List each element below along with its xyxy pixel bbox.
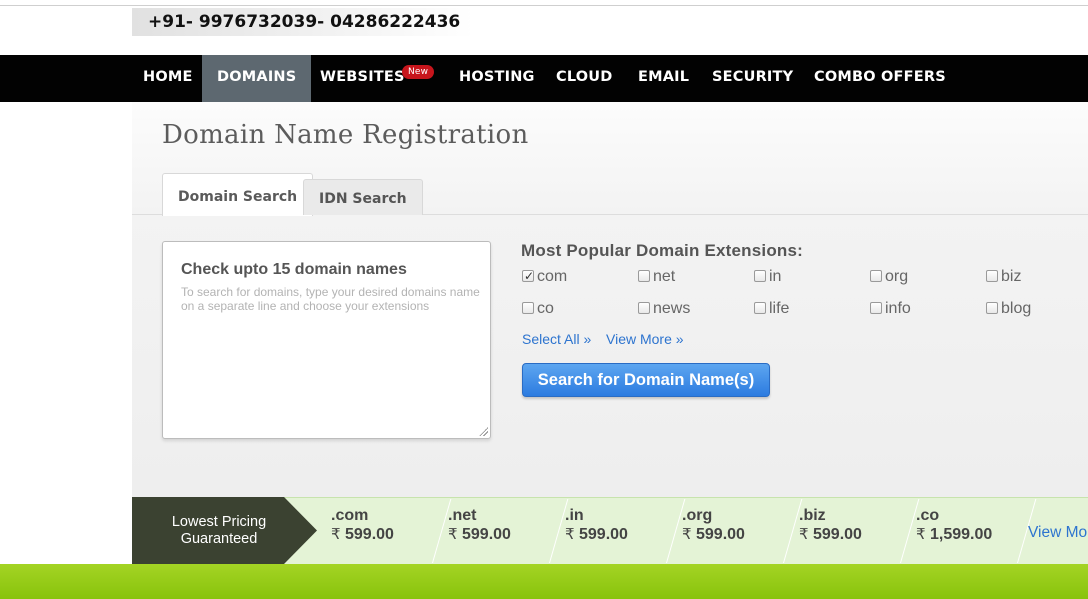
nav-security[interactable]: SECURITY <box>699 55 806 102</box>
select-all-link[interactable]: Select All » <box>522 331 591 347</box>
price-value: ₹ 599.00 <box>799 526 862 543</box>
ext-label: info <box>885 300 911 317</box>
price-item-net: .net ₹ 599.00 <box>448 507 548 544</box>
ext-org-checkbox[interactable]: org <box>870 268 908 286</box>
search-domains-button[interactable]: Search for Domain Name(s) <box>522 363 770 397</box>
nav-home[interactable]: HOME <box>130 55 206 102</box>
textarea-title: Check upto 15 domain names <box>181 261 407 278</box>
lowest-pricing-badge: Lowest Pricing Guaranteed <box>132 497 317 564</box>
footer-band <box>0 564 1088 599</box>
lowest-pricing-line1: Lowest Pricing <box>171 514 267 530</box>
textarea-placeholder: To search for domains, type your desired… <box>181 285 480 313</box>
view-more-extensions-link[interactable]: View More » <box>606 331 684 347</box>
ext-label: news <box>653 300 691 317</box>
price-item-co: .co ₹ 1,599.00 <box>916 507 1016 544</box>
price-ext: .com <box>331 507 369 524</box>
tab-domain-search[interactable]: Domain Search <box>162 173 314 216</box>
lowest-pricing-line2: Guaranteed <box>180 531 258 547</box>
ext-news-checkbox[interactable]: news <box>638 300 690 318</box>
ext-blog-checkbox[interactable]: blog <box>986 300 1031 318</box>
price-ext: .biz <box>799 507 826 524</box>
price-value: ₹ 599.00 <box>331 526 394 543</box>
ext-in-checkbox[interactable]: in <box>754 268 781 286</box>
nav-email[interactable]: EMAIL <box>625 55 702 102</box>
ext-com-checkbox[interactable]: com <box>522 267 568 286</box>
ext-label: org <box>885 268 909 285</box>
price-value: ₹ 599.00 <box>565 526 628 543</box>
ext-label: net <box>653 268 676 285</box>
checkbox-checked-icon[interactable] <box>522 267 534 285</box>
ext-label: blog <box>1001 300 1032 317</box>
lowest-pricing-text: Lowest Pricing Guaranteed <box>152 514 286 548</box>
main-navigation: HOME DOMAINS WEBSITES New HOSTING CLOUD … <box>0 55 1088 102</box>
nav-hosting[interactable]: HOSTING <box>446 55 548 102</box>
checkbox-icon[interactable] <box>870 302 882 314</box>
checkbox-icon[interactable] <box>754 270 766 282</box>
resize-grip-icon[interactable] <box>479 427 488 436</box>
ext-label: co <box>537 300 554 317</box>
checkbox-icon[interactable] <box>638 270 650 282</box>
checkbox-icon[interactable] <box>870 270 882 282</box>
tab-idn-search[interactable]: IDN Search <box>303 179 423 215</box>
view-more-pricing-link[interactable]: View More <box>1028 524 1088 542</box>
ext-biz-checkbox[interactable]: biz <box>986 268 1021 286</box>
price-ext: .in <box>565 507 584 524</box>
checkbox-icon[interactable] <box>754 302 766 314</box>
price-item-org: .org ₹ 599.00 <box>682 507 782 544</box>
price-item-com: .com ₹ 599.00 <box>331 507 431 544</box>
new-badge: New <box>402 65 435 79</box>
checkbox-icon[interactable] <box>522 302 534 314</box>
ext-co-checkbox[interactable]: co <box>522 300 554 318</box>
ext-label: life <box>769 300 790 317</box>
price-value: ₹ 599.00 <box>682 526 745 543</box>
nav-domains[interactable]: DOMAINS <box>202 55 312 102</box>
nav-cloud[interactable]: CLOUD <box>543 55 626 102</box>
checkbox-icon[interactable] <box>638 302 650 314</box>
ext-label: com <box>537 268 568 285</box>
ext-label: biz <box>1001 268 1022 285</box>
nav-combo-offers[interactable]: COMBO OFFERS <box>801 55 959 102</box>
nav-websites-label: WEBSITES <box>320 69 405 85</box>
price-value: ₹ 599.00 <box>448 526 511 543</box>
ext-label: in <box>769 268 782 285</box>
domain-names-textarea[interactable]: Check upto 15 domain names To search for… <box>162 241 491 439</box>
nav-websites[interactable]: WEBSITES New <box>309 55 439 102</box>
ext-info-checkbox[interactable]: info <box>870 300 911 318</box>
ext-life-checkbox[interactable]: life <box>754 300 789 318</box>
price-ext: .org <box>682 507 713 524</box>
checkbox-icon[interactable] <box>986 270 998 282</box>
page-title: Domain Name Registration <box>162 120 529 150</box>
phone-number: +91- 9976732039- 04286222436 <box>132 8 475 36</box>
extensions-heading: Most Popular Domain Extensions: <box>521 241 804 260</box>
top-divider <box>0 5 1088 6</box>
ext-net-checkbox[interactable]: net <box>638 268 675 286</box>
price-item-in: .in ₹ 599.00 <box>565 507 665 544</box>
price-value: ₹ 1,599.00 <box>916 526 993 543</box>
price-ext: .co <box>916 507 940 524</box>
checkbox-icon[interactable] <box>986 302 998 314</box>
price-ext: .net <box>448 507 477 524</box>
price-item-biz: .biz ₹ 599.00 <box>799 507 899 544</box>
